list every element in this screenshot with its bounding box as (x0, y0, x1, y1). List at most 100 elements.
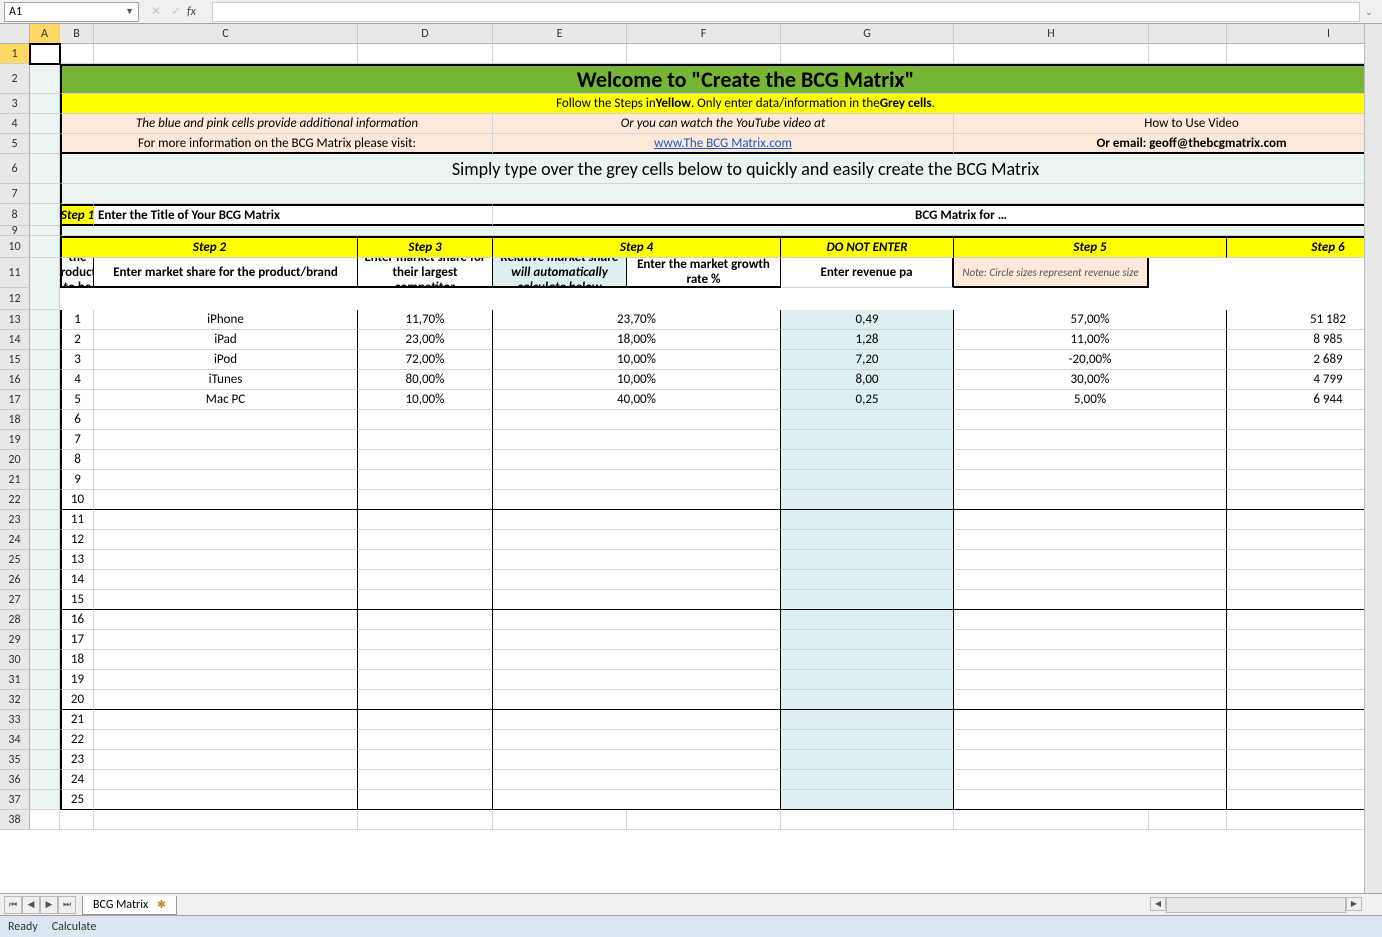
insert-sheet-icon[interactable]: ✱ (157, 898, 166, 911)
cell[interactable] (954, 810, 1149, 830)
cell[interactable] (94, 710, 358, 730)
row-num-empty[interactable]: 13 (60, 550, 94, 570)
row-header-5[interactable]: 5 (0, 134, 30, 154)
cell[interactable] (493, 430, 781, 450)
cell[interactable] (954, 470, 1227, 490)
product-cell[interactable]: iTunes (94, 370, 358, 390)
cell-blank[interactable] (954, 44, 1149, 64)
cell[interactable] (30, 94, 60, 114)
cell[interactable] (94, 650, 358, 670)
cell[interactable] (94, 490, 358, 510)
step1-text[interactable]: Enter the Title of Your BCG Matrix (94, 204, 493, 226)
cell[interactable] (781, 590, 954, 610)
cell[interactable] (1227, 810, 1382, 830)
relative-cell[interactable]: 0,25 (781, 390, 954, 410)
scroll-right-icon[interactable]: ▶ (1346, 897, 1362, 911)
step6-header[interactable]: Step 6 (1227, 236, 1382, 258)
cell[interactable] (493, 610, 781, 630)
row-header-35[interactable]: 35 (0, 750, 30, 770)
cell[interactable] (781, 730, 954, 750)
cell[interactable] (781, 450, 954, 470)
cell[interactable] (1227, 430, 1382, 450)
competitor-cell[interactable]: 40,00% (493, 390, 781, 410)
cell[interactable] (30, 630, 60, 650)
row-header-1[interactable]: 1 (0, 44, 30, 64)
cell[interactable] (954, 410, 1227, 430)
horizontal-scrollbar[interactable] (1166, 897, 1346, 913)
cell[interactable] (1227, 770, 1382, 790)
cell[interactable] (30, 134, 60, 154)
row-num-empty[interactable]: 24 (60, 770, 94, 790)
row-header-26[interactable]: 26 (0, 570, 30, 590)
row-header-3[interactable]: 3 (0, 94, 30, 114)
cell[interactable] (30, 490, 60, 510)
cell[interactable] (1227, 450, 1382, 470)
info-moreinfo[interactable]: For more information on the BCG Matrix p… (60, 134, 493, 154)
cell[interactable] (30, 710, 60, 730)
cell[interactable] (60, 810, 94, 830)
row-header-18[interactable]: 18 (0, 410, 30, 430)
row-num-empty[interactable]: 9 (60, 470, 94, 490)
row-num-empty[interactable]: 10 (60, 490, 94, 510)
row-num-empty[interactable]: 21 (60, 710, 94, 730)
cell[interactable] (954, 730, 1227, 750)
cell[interactable] (94, 770, 358, 790)
row-num-empty[interactable]: 8 (60, 450, 94, 470)
cell[interactable] (493, 690, 781, 710)
cell-blank[interactable] (627, 44, 781, 64)
cell[interactable] (493, 730, 781, 750)
cell[interactable] (358, 450, 493, 470)
cell[interactable] (954, 790, 1227, 810)
cell[interactable] (30, 610, 60, 630)
step3-header[interactable]: Step 3 (358, 236, 493, 258)
product-cell[interactable]: iPod (94, 350, 358, 370)
cell[interactable] (493, 550, 781, 570)
cell[interactable] (30, 370, 60, 390)
cell[interactable] (94, 510, 358, 530)
row-header-10[interactable]: 10 (0, 236, 30, 258)
last-sheet-button[interactable]: ⏭ (58, 896, 76, 914)
cell[interactable] (358, 430, 493, 450)
cell[interactable] (30, 510, 60, 530)
cell[interactable] (94, 750, 358, 770)
cell[interactable] (358, 550, 493, 570)
cell[interactable] (94, 610, 358, 630)
cell[interactable] (30, 750, 60, 770)
step2-sub[interactable]: Enter the Products to be Mapped (60, 258, 94, 288)
cell[interactable] (358, 630, 493, 650)
cell[interactable] (781, 810, 954, 830)
formula-input[interactable] (212, 2, 1360, 22)
fx-icon[interactable]: fx (187, 5, 204, 19)
row-num-empty[interactable]: 17 (60, 630, 94, 650)
growth-cell[interactable]: 11,00% (954, 330, 1227, 350)
cell[interactable] (954, 510, 1227, 530)
cell[interactable] (493, 650, 781, 670)
row-num[interactable]: 2 (60, 330, 94, 350)
vertical-scrollbar[interactable] (1364, 24, 1382, 893)
cell[interactable] (1227, 490, 1382, 510)
column-header-A[interactable]: A (30, 24, 60, 44)
relative-cell[interactable]: 0,49 (781, 310, 954, 330)
cell[interactable] (781, 770, 954, 790)
cell[interactable] (493, 570, 781, 590)
cell[interactable] (358, 690, 493, 710)
row-num-empty[interactable]: 25 (60, 790, 94, 810)
cell[interactable] (358, 470, 493, 490)
row-header-27[interactable]: 27 (0, 590, 30, 610)
column-header-C[interactable]: C (94, 24, 358, 44)
cell[interactable] (493, 590, 781, 610)
step4-header[interactable]: Step 4 (493, 236, 781, 258)
sheet-grid[interactable]: ABCDEFGHIJ123456789101112131415161718192… (0, 24, 1382, 850)
cell[interactable] (94, 590, 358, 610)
row-header-6[interactable]: 6 (0, 154, 30, 184)
product-cell[interactable]: iPad (94, 330, 358, 350)
row-num-empty[interactable]: 11 (60, 510, 94, 530)
marketshare-cell[interactable]: 72,00% (358, 350, 493, 370)
cell[interactable] (493, 710, 781, 730)
row-header-14[interactable]: 14 (0, 330, 30, 350)
cell[interactable] (1149, 810, 1227, 830)
cell[interactable] (493, 750, 781, 770)
relative-cell[interactable]: 1,28 (781, 330, 954, 350)
cell[interactable] (781, 630, 954, 650)
cell[interactable] (493, 530, 781, 550)
